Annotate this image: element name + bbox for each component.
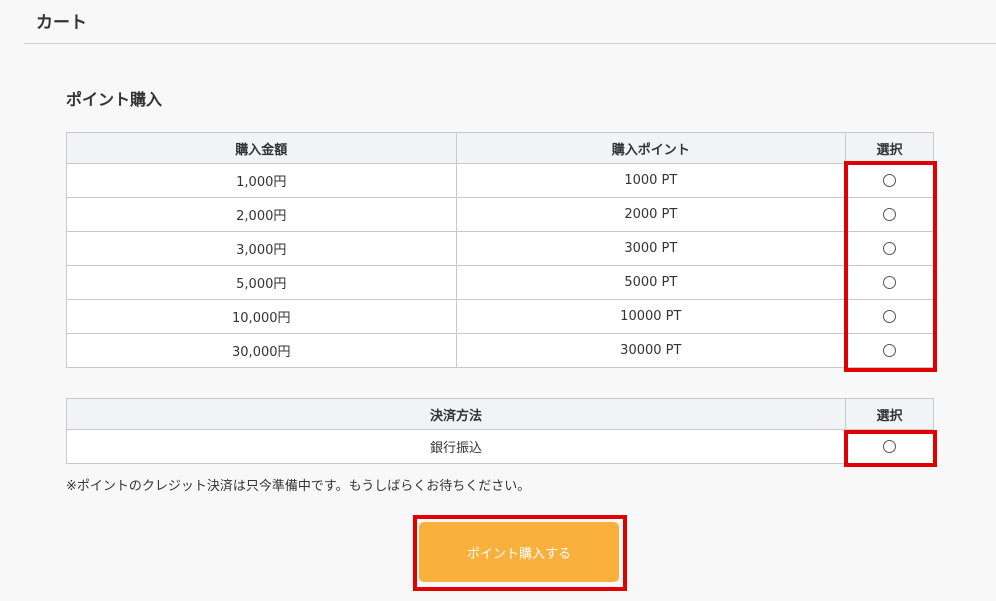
column-header-amount: 購入金額 bbox=[66, 132, 457, 164]
radio-button[interactable] bbox=[883, 174, 897, 187]
table-row: 1,000円 1000 PT bbox=[66, 163, 934, 198]
column-header-method: 決済方法 bbox=[65, 398, 847, 430]
page-title: カート bbox=[36, 13, 87, 33]
amount-cell: 10,000円 bbox=[66, 299, 457, 334]
table-header-row: 決済方法 選択 bbox=[65, 398, 934, 430]
radio-button[interactable] bbox=[883, 276, 897, 289]
amount-cell: 3,000円 bbox=[66, 231, 457, 266]
payment-method-cell: 銀行振込 bbox=[65, 429, 847, 464]
table-row: 銀行振込 bbox=[65, 429, 934, 464]
points-cell: 30000 PT bbox=[455, 333, 847, 368]
radio-button[interactable] bbox=[883, 208, 897, 221]
amount-cell: 5,000円 bbox=[66, 265, 457, 300]
table-header-row: 購入金額 購入ポイント 選択 bbox=[66, 132, 934, 164]
column-header-select: 選択 bbox=[845, 132, 934, 164]
select-cell bbox=[845, 163, 934, 198]
points-cell: 5000 PT bbox=[455, 265, 847, 300]
section-title: ポイント購入 bbox=[66, 90, 163, 109]
amount-cell: 2,000円 bbox=[66, 197, 457, 232]
select-cell bbox=[845, 197, 934, 232]
table-row: 5,000円 5000 PT bbox=[66, 265, 934, 300]
radio-button[interactable] bbox=[883, 310, 897, 323]
points-cell: 3000 PT bbox=[455, 231, 847, 266]
select-cell bbox=[845, 299, 934, 334]
purchase-points-button[interactable]: ポイント購入する bbox=[419, 522, 619, 582]
select-cell bbox=[845, 429, 934, 464]
credit-notice: ※ポイントのクレジット決済は只今準備中です。もうしばらくお待ちください。 bbox=[66, 479, 531, 494]
header-divider bbox=[24, 43, 996, 44]
select-cell bbox=[845, 333, 934, 368]
amount-cell: 30,000円 bbox=[66, 333, 457, 368]
select-cell bbox=[845, 231, 934, 266]
payment-table: 決済方法 選択 銀行振込 bbox=[65, 398, 934, 464]
table-row: 30,000円 30000 PT bbox=[66, 333, 934, 368]
table-row: 10,000円 10000 PT bbox=[66, 299, 934, 334]
column-header-select: 選択 bbox=[845, 398, 934, 430]
radio-button[interactable] bbox=[883, 344, 897, 357]
amount-cell: 1,000円 bbox=[66, 163, 457, 198]
points-cell: 1000 PT bbox=[455, 163, 847, 198]
points-cell: 2000 PT bbox=[455, 197, 847, 232]
table-row: 3,000円 3000 PT bbox=[66, 231, 934, 266]
radio-button[interactable] bbox=[883, 440, 897, 453]
table-row: 2,000円 2000 PT bbox=[66, 197, 934, 232]
points-cell: 10000 PT bbox=[455, 299, 847, 334]
points-table: 購入金額 購入ポイント 選択 1,000円 1000 PT 2,000円 200… bbox=[66, 132, 934, 368]
column-header-points: 購入ポイント bbox=[455, 132, 847, 164]
select-cell bbox=[845, 265, 934, 300]
radio-button[interactable] bbox=[883, 242, 897, 255]
